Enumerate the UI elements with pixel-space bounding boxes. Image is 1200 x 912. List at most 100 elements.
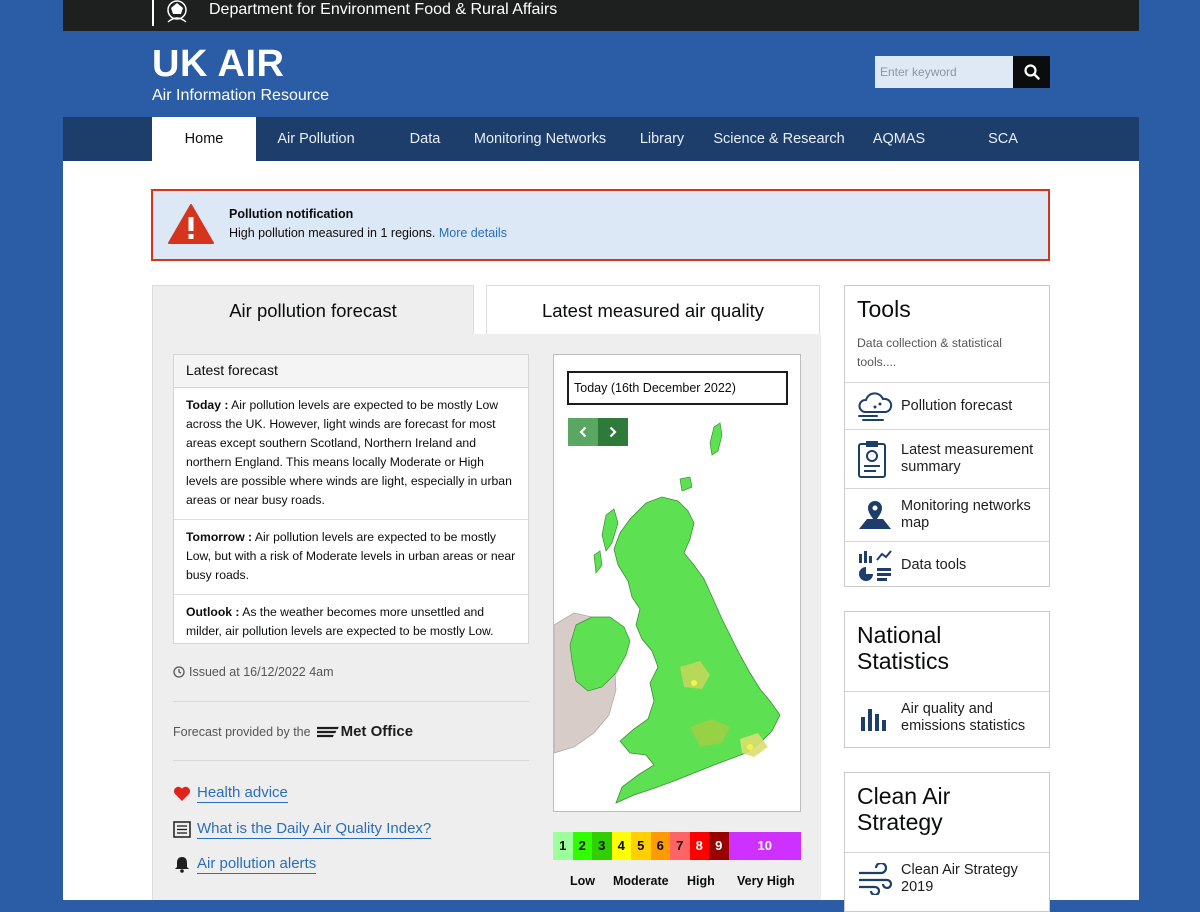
national-statistics-card: National Statistics Air quality and emis…	[844, 611, 1050, 748]
warning-icon	[168, 204, 214, 244]
forecast-today: Today : Air pollution levels are expecte…	[174, 388, 528, 520]
nav-library[interactable]: Library	[630, 117, 694, 161]
met-office-name: Met Office	[340, 723, 414, 740]
more-details-link[interactable]: More details	[439, 226, 507, 240]
royal-crest-icon	[152, 0, 187, 26]
divider	[173, 701, 529, 702]
notification-title: Pollution notification	[229, 207, 354, 221]
legend-label-very-high: Very High	[737, 874, 795, 888]
clipboard-report-icon	[858, 441, 886, 478]
pollution-notification: Pollution notification High pollution me…	[151, 189, 1050, 261]
met-office-logo[interactable]: Met Office	[316, 723, 414, 740]
statistics-label: Air quality and emissions statistics	[901, 701, 1026, 734]
divider	[173, 760, 529, 761]
tools-card: Tools Data collection & statistical tool…	[844, 285, 1050, 587]
document-list-icon	[173, 821, 191, 838]
site-header: UK AIR Air Information Resource	[63, 31, 1139, 117]
forecast-day-select[interactable]: Today (16th December 2022)	[567, 371, 788, 405]
tool-monitoring-networks-map[interactable]: Monitoring networks map	[845, 488, 1049, 541]
search-icon	[1023, 64, 1040, 80]
clean-air-strategy-title: Clean Air Strategy	[857, 783, 951, 835]
legend-band-3: 3	[592, 832, 612, 860]
legend-band-7: 7	[670, 832, 690, 860]
legend-label-moderate: Moderate	[613, 874, 669, 888]
health-advice-link[interactable]: Health advice	[197, 784, 288, 803]
heart-icon	[173, 786, 191, 801]
air-quality-emissions-statistics-link[interactable]: Air quality and emissions statistics	[845, 691, 1049, 744]
tool-latest-measurement-summary[interactable]: Latest measurement summary	[845, 429, 1049, 488]
daqi-row: What is the Daily Air Quality Index?	[173, 820, 432, 839]
outlook-label: Outlook :	[186, 605, 240, 619]
today-text: Air pollution levels are expected to be …	[186, 398, 512, 507]
nav-data[interactable]: Data	[393, 117, 457, 161]
nav-monitoring-networks[interactable]: Monitoring Networks	[468, 117, 612, 161]
legend-band-8: 8	[689, 832, 709, 860]
nav-sca[interactable]: SCA	[968, 117, 1038, 161]
alerts-row: Air pollution alerts	[173, 855, 317, 874]
search-button[interactable]	[1013, 56, 1050, 88]
previous-day-button[interactable]	[568, 418, 598, 446]
charts-icon	[859, 550, 892, 581]
map-pin-icon	[859, 501, 891, 529]
daqi-legend: 1 2 3 4 5 6 7 8 9 10	[553, 832, 801, 860]
notification-text: High pollution measured in 1 regions. Mo…	[229, 226, 507, 240]
forecast-outlook: Outlook : As the weather becomes more un…	[174, 595, 528, 650]
tool-data-tools[interactable]: Data tools	[845, 541, 1049, 588]
health-advice-row: Health advice	[173, 784, 288, 803]
tool-label: Pollution forecast	[901, 397, 1013, 414]
nav-air-pollution[interactable]: Air Pollution	[256, 117, 376, 161]
latest-forecast-heading: Latest forecast	[174, 355, 528, 388]
daqi-link[interactable]: What is the Daily Air Quality Index?	[197, 820, 432, 839]
legend-band-5: 5	[631, 832, 651, 860]
legend-label-high: High	[687, 874, 715, 888]
wind-icon	[859, 863, 893, 895]
issued-time: Issued at 16/12/2022 4am	[173, 665, 334, 679]
tomorrow-label: Tomorrow :	[186, 530, 253, 544]
today-label: Today :	[186, 398, 229, 412]
next-day-button[interactable]	[598, 418, 628, 446]
legend-band-1: 1	[553, 832, 573, 860]
bell-icon	[175, 857, 189, 873]
tool-label: Latest measurement summary	[901, 442, 1034, 475]
tab-air-pollution-forecast[interactable]: Air pollution forecast	[152, 285, 474, 335]
met-office-stripes-icon	[316, 726, 339, 737]
latest-forecast-box: Latest forecast Today : Air pollution le…	[173, 354, 529, 644]
legend-band-10: 10	[728, 832, 801, 860]
clock-icon	[173, 666, 185, 678]
chevron-right-icon	[609, 426, 617, 438]
clean-air-strategy-card: Clean Air Strategy Clean Air Strategy 20…	[844, 772, 1050, 912]
forecast-map[interactable]: Today (16th December 2022)	[553, 354, 801, 812]
site-subtitle: Air Information Resource	[152, 87, 329, 104]
legend-label-low: Low	[570, 874, 595, 888]
cloud-forecast-icon	[858, 392, 893, 421]
clean-air-strategy-2019-link[interactable]: Clean Air Strategy 2019	[845, 852, 1049, 905]
nav-aqmas[interactable]: AQMAS	[863, 117, 935, 161]
pollution-alerts-link[interactable]: Air pollution alerts	[197, 855, 317, 874]
tools-title: Tools	[857, 296, 911, 322]
legend-band-2: 2	[572, 832, 592, 860]
search-input[interactable]	[875, 56, 1013, 88]
tool-label: Data tools	[901, 556, 967, 573]
government-topbar: Department for Environment Food & Rural …	[63, 0, 1139, 31]
legend-band-4: 4	[611, 832, 631, 860]
page: Department for Environment Food & Rural …	[63, 0, 1139, 912]
nav-home[interactable]: Home	[152, 117, 256, 161]
forecast-panel: Latest forecast Today : Air pollution le…	[152, 334, 821, 900]
issued-text: Issued at 16/12/2022 4am	[189, 665, 334, 679]
nav-science-research[interactable]: Science & Research	[710, 117, 848, 161]
national-statistics-title: National Statistics	[857, 622, 950, 674]
tab-latest-measured[interactable]: Latest measured air quality	[486, 285, 820, 335]
legend-band-6: 6	[650, 832, 670, 860]
tools-subtitle: Data collection & statistical tools....	[857, 336, 1002, 369]
main-content: Pollution notification High pollution me…	[63, 161, 1139, 912]
department-name[interactable]: Department for Environment Food & Rural …	[209, 0, 557, 20]
strategy-label: Clean Air Strategy 2019	[901, 862, 1018, 895]
chevron-left-icon	[579, 426, 587, 438]
tool-pollution-forecast[interactable]: Pollution forecast	[845, 382, 1049, 429]
forecast-tomorrow: Tomorrow : Air pollution levels are expe…	[174, 520, 528, 595]
legend-band-9: 9	[709, 832, 729, 860]
site-title[interactable]: UK AIR	[152, 43, 284, 86]
provided-by-text: Forecast provided by the	[173, 724, 311, 739]
tool-label: Monitoring networks map	[901, 498, 1031, 531]
forecast-provider: Forecast provided by the Met Office	[173, 723, 413, 740]
